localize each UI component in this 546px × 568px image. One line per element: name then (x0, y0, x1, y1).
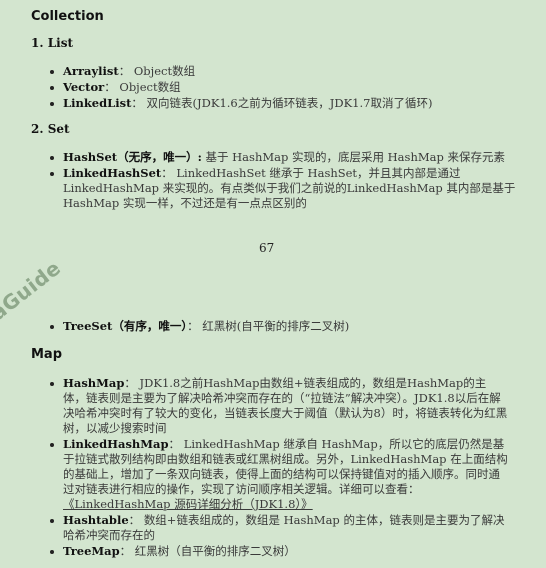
list-items: Arraylist： Object数组 Vector： Object数组 Lin… (50, 64, 523, 112)
term: HashMap (63, 376, 125, 390)
list-item-linkedlist: LinkedList： 双向链表(JDK1.6之前为循环链表，JDK1.7取消了… (50, 96, 523, 111)
separator: ： (161, 166, 177, 180)
map-item-treemap: TreeMap： 红黑树（自平衡的排序二叉树） (50, 544, 508, 559)
document-page: Collection 1. List Arraylist： Object数组 V… (0, 0, 546, 568)
separator: ： (187, 319, 203, 333)
list-item-arraylist: Arraylist： Object数组 (50, 64, 523, 79)
linkedhashmap-source-link[interactable]: 《LinkedHashMap 源码详细分析（JDK1.8）》 (63, 497, 313, 511)
set-item-linkedhashset: LinkedHashSet： LinkedHashSet 继承于 HashSet… (50, 166, 533, 211)
description: 红黑树（自平衡的排序二叉树） (134, 544, 296, 558)
set-items-continued: TreeSet（有序，唯一）： 红黑树(自平衡的排序二叉树) (50, 319, 523, 335)
bullet-icon (50, 70, 54, 74)
term: Hashtable (63, 513, 129, 527)
watermark: aGuide (0, 255, 66, 325)
set-subheading: 2. Set (31, 122, 70, 136)
bullet-icon (50, 550, 54, 554)
separator: ： (128, 513, 144, 527)
map-item-hashmap: HashMap： JDK1.8之前HashMap由数组+链表组成的，数组是Has… (50, 376, 508, 436)
term: TreeSet（有序，唯一） (63, 319, 188, 333)
page-number: 67 (259, 241, 275, 255)
separator: ： (104, 80, 120, 94)
term: LinkedHashMap (63, 437, 169, 451)
set-item-treeset: TreeSet（有序，唯一）： 红黑树(自平衡的排序二叉树) (50, 319, 523, 334)
bullet-icon (50, 86, 54, 90)
description: Object数组 (119, 80, 181, 94)
map-item-linkedhashmap: LinkedHashMap： LinkedHashMap 继承自 HashMap… (50, 437, 508, 512)
term: Vector (63, 80, 105, 94)
bullet-icon (50, 519, 54, 523)
bullet-icon (50, 325, 54, 329)
term: LinkedList (63, 96, 132, 110)
description: 基于 HashMap 实现的，底层采用 HashMap 来保存元素 (205, 150, 506, 164)
separator: ： (119, 544, 135, 558)
separator: ： (118, 64, 134, 78)
list-subheading: 1. List (31, 36, 73, 50)
separator: ： (124, 376, 140, 390)
term: TreeMap (63, 544, 120, 558)
collection-heading: Collection (31, 9, 104, 24)
bullet-icon (50, 172, 54, 176)
term: HashSet（无序，唯一）: (63, 150, 202, 164)
bullet-icon (50, 102, 54, 106)
set-items: HashSet（无序，唯一）: 基于 HashMap 实现的，底层采用 Hash… (50, 150, 533, 212)
map-items: HashMap： JDK1.8之前HashMap由数组+链表组成的，数组是Has… (50, 376, 508, 560)
map-item-hashtable: Hashtable： 数组+链表组成的，数组是 HashMap 的主体，链表则是… (50, 513, 508, 543)
set-item-hashset: HashSet（无序，唯一）: 基于 HashMap 实现的，底层采用 Hash… (50, 150, 533, 165)
separator: ： (131, 96, 147, 110)
term: LinkedHashSet (63, 166, 162, 180)
bullet-icon (50, 156, 54, 160)
bullet-icon (50, 443, 54, 447)
term: Arraylist (63, 64, 119, 78)
separator: ： (168, 437, 184, 451)
description: 双向链表(JDK1.6之前为循环链表，JDK1.7取消了循环) (146, 96, 433, 110)
map-heading: Map (31, 347, 63, 362)
description: Object数组 (133, 64, 196, 78)
description: 红黑树(自平衡的排序二叉树) (202, 319, 350, 333)
bullet-icon (50, 382, 54, 386)
list-item-vector: Vector： Object数组 (50, 80, 523, 95)
